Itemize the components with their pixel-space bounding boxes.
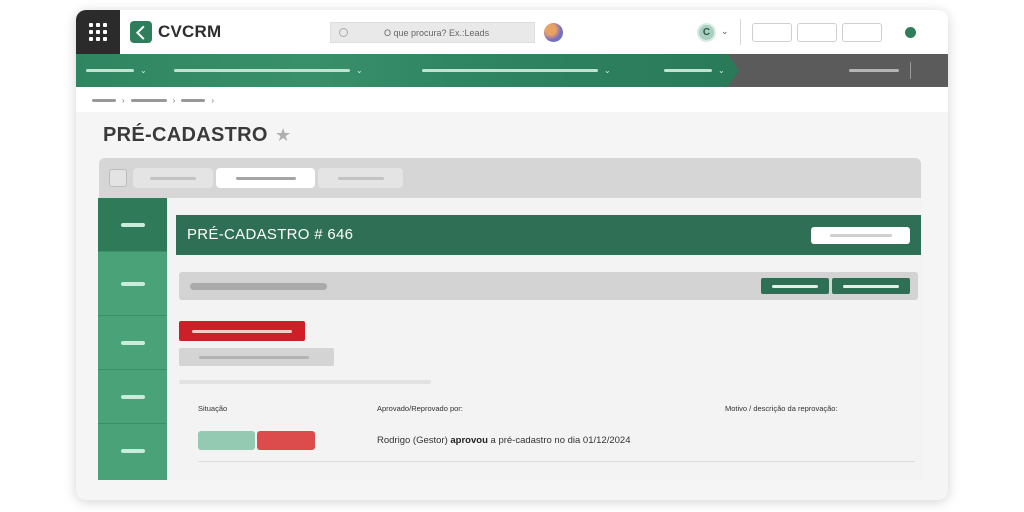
chevron-down-icon: ⌄ [140,66,147,75]
breadcrumb: › › › [92,96,214,105]
status-indicator [905,27,916,38]
page-title: PRÉ-CADASTRO [103,124,268,146]
nav-item-2[interactable]: ⌄ [174,54,363,87]
header-button-1[interactable] [752,23,792,42]
chevron-right-icon: › [172,96,176,105]
logo-text: CVCRM [158,22,222,41]
approval-text: Rodrigo (Gestor) aprovou a pré-cadastro … [377,435,630,446]
nav-item-1[interactable]: ⌄ [86,54,147,87]
tab-strip [99,158,921,198]
chevron-down-icon: ⌄ [356,66,363,75]
approval-details: a pré-cadastro no dia 01/12/2024 [490,435,631,446]
nav-right-item[interactable] [849,69,899,72]
side-menu-item-5[interactable] [98,424,167,478]
toolbar-button-1[interactable] [761,278,829,294]
toolbar-label [190,283,327,290]
top-header: CVCRM O que procura? Ex.:Leads C ⌄ [76,10,948,54]
side-menu-item-4[interactable] [98,370,167,424]
divider [910,62,911,79]
breadcrumb-item[interactable] [130,99,167,102]
nav-item-4[interactable]: ⌄ [664,54,725,87]
side-menu-item-3[interactable] [98,316,167,370]
avatar[interactable]: C [697,23,716,42]
main-nav: ⌄ ⌄ ⌄ ⌄ [76,54,948,87]
breadcrumb-item[interactable] [92,99,116,102]
star-icon[interactable]: ★ [275,125,291,146]
column-header-situacao: Situação [198,404,228,413]
grid-icon [89,23,107,41]
toolbar-button-2[interactable] [832,278,910,294]
side-menu-item-2[interactable] [98,252,167,316]
header-button-3[interactable] [842,23,882,42]
placeholder-line [179,380,431,384]
record-action-button[interactable] [811,227,910,244]
column-header-motivo: Motivo / descrição da reprovação: [725,404,838,413]
chevron-down-icon: ⌄ [718,66,725,75]
search-input[interactable]: O que procura? Ex.:Leads [330,22,535,43]
approve-status-button[interactable] [198,431,255,450]
approval-action: aprovou [450,435,488,446]
chevron-down-icon[interactable]: ⌄ [721,26,729,37]
tab-1[interactable] [133,168,213,188]
apps-menu-button[interactable] [76,10,120,54]
breadcrumb-item[interactable] [181,99,206,102]
chevron-right-icon: › [122,96,125,105]
logo-icon [130,21,152,43]
search-placeholder: O que procura? Ex.:Leads [384,27,490,38]
globe-icon[interactable] [544,23,563,42]
nav-item-3[interactable]: ⌄ [422,54,611,87]
app-window: CVCRM O que procura? Ex.:Leads C ⌄ ⌄ ⌄ ⌄… [76,10,948,500]
chevron-down-icon: ⌄ [604,66,611,75]
alert-badge [179,321,305,341]
divider [740,19,741,45]
tab-3[interactable] [318,168,403,188]
side-menu [98,198,167,480]
table-row-divider [198,461,915,462]
side-menu-item-1[interactable] [98,198,167,252]
record-header: PRÉ-CADASTRO # 646 [176,215,921,255]
approval-actor: Rodrigo (Gestor) [377,435,448,446]
record-title: PRÉ-CADASTRO # 646 [187,226,354,243]
search-icon [339,28,348,37]
header-button-2[interactable] [797,23,837,42]
logo[interactable]: CVCRM [130,21,221,43]
tab-menu-icon[interactable] [109,169,127,187]
column-header-aprovado-por: Aprovado/Reprovado por: [377,404,463,413]
chevron-right-icon: › [211,96,215,105]
record-toolbar [179,272,918,300]
info-pill [179,348,334,366]
reject-status-button[interactable] [257,431,315,450]
tab-active[interactable] [216,168,315,188]
